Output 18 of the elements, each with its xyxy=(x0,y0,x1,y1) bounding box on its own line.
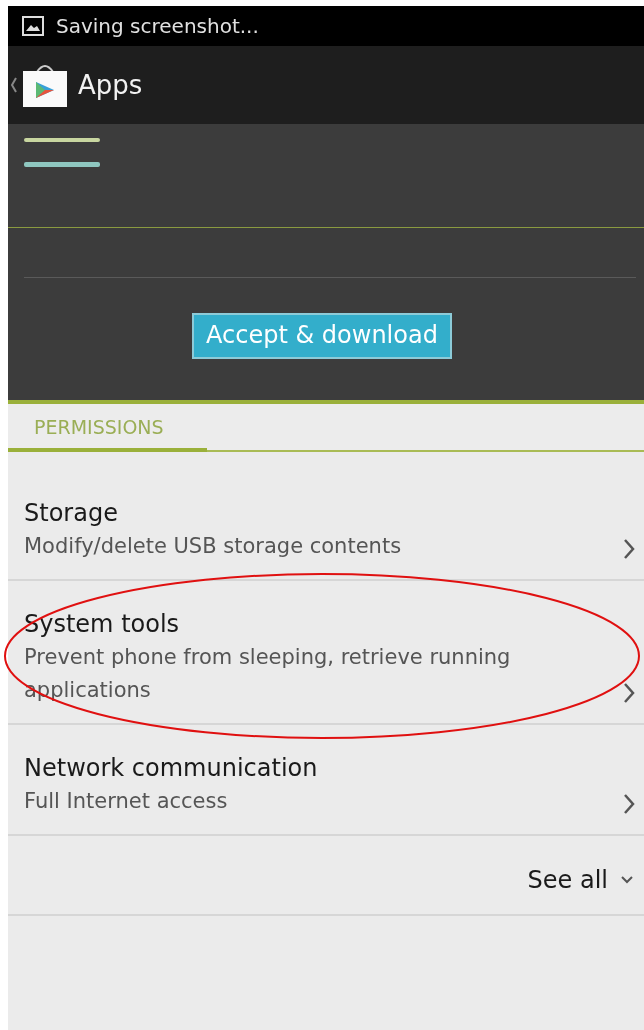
app-title: Apps xyxy=(78,70,143,100)
image-icon xyxy=(22,16,44,36)
caret-icon xyxy=(10,76,18,94)
permission-row[interactable]: Network communication Full Internet access xyxy=(8,725,644,836)
permission-row[interactable]: Storage Modify/delete USB storage contents xyxy=(8,470,644,581)
permission-description: Modify/delete USB storage contents xyxy=(24,533,403,560)
chevron-down-icon xyxy=(620,875,634,885)
permission-title: System tools xyxy=(24,609,181,640)
up-button[interactable] xyxy=(8,62,70,108)
status-text: Saving screenshot... xyxy=(56,14,259,38)
chevron-right-icon xyxy=(622,537,636,561)
chevron-right-icon xyxy=(622,681,636,705)
chevron-right-icon xyxy=(622,792,636,816)
see-all-button[interactable]: See all xyxy=(8,836,644,916)
permission-description: Full Internet access xyxy=(24,788,229,815)
shopping-bag-icon xyxy=(20,62,70,108)
permission-title: Storage xyxy=(24,498,119,529)
permission-title: Network communication xyxy=(24,753,319,784)
